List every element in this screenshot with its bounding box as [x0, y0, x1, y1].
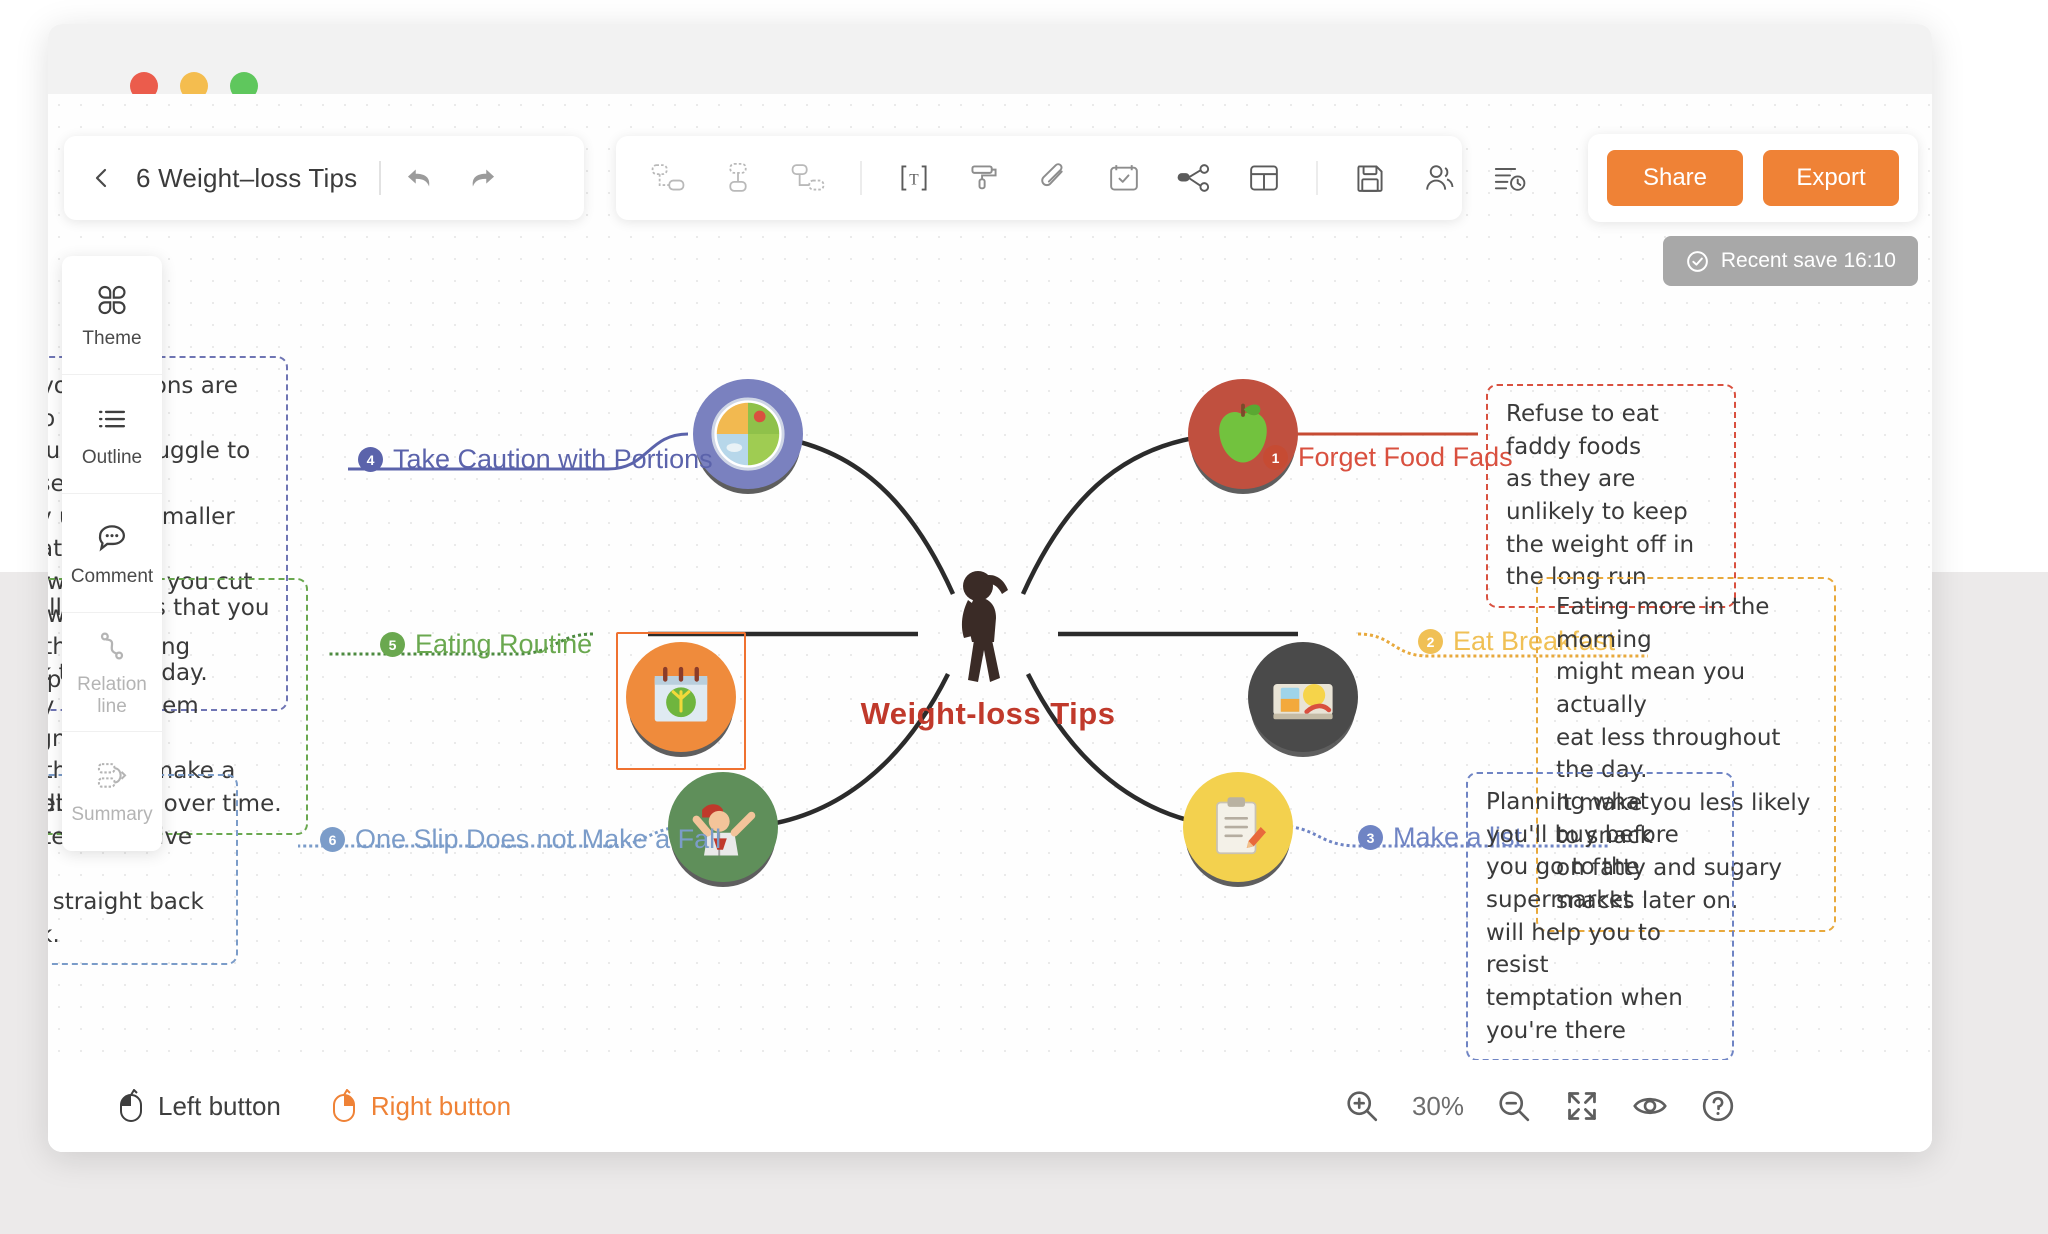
branch-number-6: 6 [320, 827, 345, 852]
sidebar-item-label: Theme [82, 328, 141, 349]
summary-icon [93, 757, 131, 795]
mindmap-center-title: Weight-loss Tips [861, 696, 1116, 732]
branch-number-5: 5 [380, 632, 405, 657]
outline-icon [93, 400, 131, 438]
mouse-hints: Left button Right button [118, 1089, 511, 1123]
sidebar-item-label: Summary [71, 804, 152, 825]
branch-number-3: 3 [1358, 825, 1383, 850]
node-icon-eat-breakfast[interactable] [1248, 642, 1358, 752]
node-icon-make-a-list[interactable] [1183, 772, 1293, 882]
left-button-hint[interactable]: Left button [118, 1089, 281, 1123]
stretching-person-icon [938, 564, 1038, 694]
zoom-in-icon[interactable] [1344, 1088, 1380, 1124]
sidebar-item-outline[interactable]: Outline [62, 375, 162, 494]
comment-icon [93, 519, 131, 557]
clipboard-pencil-icon [1203, 792, 1273, 862]
branch-label-eating-routine[interactable]: 5 Eating Routine [380, 629, 592, 660]
sidebar-item-summary[interactable]: Summary [62, 732, 162, 851]
branch-number-4: 4 [358, 447, 383, 472]
sidebar-item-label: Outline [82, 447, 142, 468]
right-button-label: Right button [371, 1091, 511, 1122]
sidebar-item-label: Comment [71, 566, 153, 587]
fit-screen-icon[interactable] [1564, 1088, 1600, 1124]
left-button-label: Left button [158, 1091, 281, 1122]
calendar-salad-icon [646, 662, 716, 732]
workspace: 6 Weight–loss Tips [48, 94, 1932, 1152]
branch-number-2: 2 [1418, 629, 1443, 654]
help-icon[interactable] [1700, 1088, 1736, 1124]
window-titlebar [48, 24, 1932, 94]
right-mouse-icon [331, 1089, 357, 1123]
branch-text: Take Caution with Portions [393, 444, 713, 475]
balanced-plate-icon [709, 395, 787, 473]
status-bar: Left button Right button 30% [48, 1060, 1932, 1152]
sidebar-item-comment[interactable]: Comment [62, 494, 162, 613]
relation-line-icon [93, 627, 131, 665]
sidebar-item-label: Relation line [62, 674, 162, 717]
note-forget-food-fads[interactable]: Refuse to eat faddy foods as they are un… [1486, 384, 1736, 608]
branch-text: Forget Food Fads [1298, 442, 1513, 473]
branch-label-one-slip-does-not-make-a-fall[interactable]: 6 One Slip Does not Make a Fall [320, 824, 721, 855]
branch-label-take-caution-with-portions[interactable]: 4 Take Caution with Portions [358, 444, 713, 475]
right-button-hint[interactable]: Right button [331, 1089, 511, 1123]
branch-number-1: 1 [1263, 445, 1288, 470]
branch-label-forget-food-fads[interactable]: 1 Forget Food Fads [1263, 442, 1513, 473]
mindmap-canvas[interactable]: Weight-loss Tips [48, 94, 1932, 1152]
zoom-out-icon[interactable] [1496, 1088, 1532, 1124]
left-mouse-icon [118, 1089, 144, 1123]
node-icon-eating-routine[interactable] [626, 642, 736, 752]
theme-icon [93, 281, 131, 319]
eye-icon[interactable] [1632, 1088, 1668, 1124]
branch-text: One Slip Does not Make a Fall [355, 824, 721, 855]
zoom-level: 30% [1412, 1091, 1464, 1122]
zoom-controls: 30% [1344, 1088, 1736, 1124]
branch-text: Eating Routine [415, 629, 592, 660]
app-window: 6 Weight–loss Tips [48, 24, 1932, 1152]
note-make-a-list[interactable]: Planning what you'll buy before you go t… [1466, 772, 1734, 1061]
mindmap-center-node[interactable]: Weight-loss Tips [898, 564, 1078, 732]
sidebar-item-theme[interactable]: Theme [62, 256, 162, 375]
breakfast-tray-icon [1266, 660, 1340, 734]
sidebar-item-relation-line[interactable]: Relation line [62, 613, 162, 732]
left-tools-panel: Theme Outline Comment [62, 256, 162, 851]
